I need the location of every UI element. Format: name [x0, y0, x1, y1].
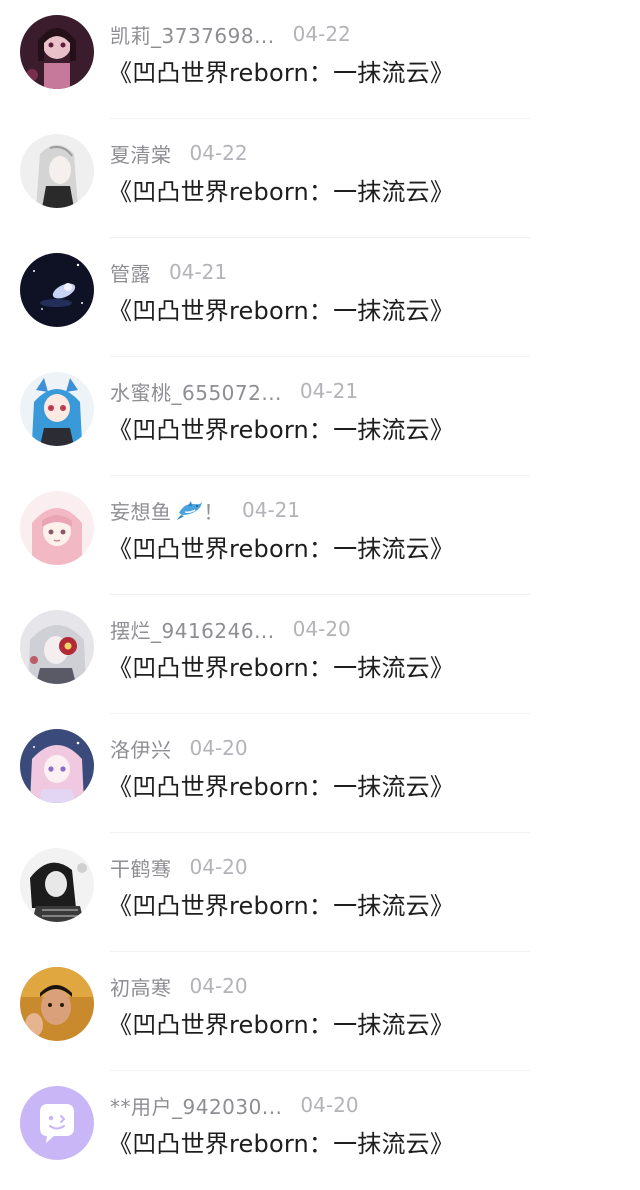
comment-text[interactable]: 《凹凸世界reborn：一抹流云》 — [108, 648, 454, 683]
comment-date: 04-20 — [189, 736, 248, 760]
user-name[interactable]: 管露 — [110, 258, 151, 287]
user-name[interactable]: 妄想鱼 — [110, 496, 172, 525]
avatar[interactable] — [20, 372, 94, 446]
comment-meta: 洛伊兴 04-20 — [110, 734, 248, 762]
comment-row[interactable]: **用户_942030... 04-20 《凹凸世界reborn：一抹流云》 — [0, 1071, 640, 1190]
comment-text[interactable]: 《凹凸世界reborn：一抹流云》 — [108, 291, 454, 326]
comment-date: 04-21 — [299, 379, 359, 403]
comment-row[interactable]: 水蜜桃_655072... 04-21 《凹凸世界reborn：一抹流云》 — [0, 357, 640, 476]
comment-meta: 水蜜桃_655072... 04-21 — [110, 377, 358, 405]
comment-meta: 夏清棠 04-22 — [110, 139, 248, 167]
avatar-flower-girl-icon — [20, 610, 94, 684]
comment-text[interactable]: 《凹凸世界reborn：一抹流云》 — [108, 1124, 454, 1159]
comment-meta: 凯莉_3737698... 04-22 — [110, 20, 351, 48]
comment-date: 04-20 — [292, 617, 351, 641]
comment-list: 凯莉_3737698... 04-22 《凹凸世界reborn：一抹流云》 夏清… — [0, 0, 640, 1178]
dolphin-icon — [176, 501, 202, 520]
avatar-anime-pink-icon — [20, 729, 94, 803]
comment-text[interactable]: 《凹凸世界reborn：一抹流云》 — [108, 886, 454, 921]
user-name[interactable]: 干鹤骞 — [110, 853, 172, 882]
comment-row[interactable]: 摆烂_9416246... 04-20 《凹凸世界reborn：一抹流云》 — [0, 595, 640, 714]
comment-meta: 干鹤骞 04-20 — [110, 853, 248, 881]
comment-date: 04-21 — [242, 498, 301, 522]
avatar-space-icon — [20, 253, 94, 327]
avatar[interactable] — [20, 253, 94, 327]
user-name[interactable]: **用户_942030... — [110, 1091, 282, 1120]
comment-text[interactable]: 《凹凸世界reborn：一抹流云》 — [108, 767, 454, 802]
comment-row[interactable]: 妄想鱼 ！ 04-21 《凹凸世界reborn：一抹流云》 — [0, 476, 640, 595]
avatar[interactable] — [20, 15, 94, 89]
comment-row[interactable]: 干鹤骞 04-20 《凹凸世界reborn：一抹流云》 — [0, 833, 640, 952]
avatar-dark-girl-icon — [20, 15, 94, 89]
avatar-white-hair-icon — [20, 134, 94, 208]
user-name[interactable]: 夏清棠 — [110, 139, 172, 168]
comment-row[interactable]: 管露 04-21 《凹凸世界reborn：一抹流云》 — [0, 238, 640, 357]
avatar-photo-boy-icon — [20, 967, 94, 1041]
comment-meta: 初高寒 04-20 — [110, 972, 248, 1000]
comment-text[interactable]: 《凹凸世界reborn：一抹流云》 — [108, 529, 454, 564]
avatar-pink-hair-icon — [20, 491, 94, 565]
comment-date: 04-20 — [189, 974, 248, 998]
comment-row[interactable]: 夏清棠 04-22 《凹凸世界reborn：一抹流云》 — [0, 119, 640, 238]
user-name-suffix: ！ — [203, 499, 224, 524]
comment-date: 04-22 — [292, 22, 351, 46]
avatar[interactable] — [20, 848, 94, 922]
comment-row[interactable]: 初高寒 04-20 《凹凸世界reborn：一抹流云》 — [0, 952, 640, 1071]
comment-text[interactable]: 《凹凸世界reborn：一抹流云》 — [108, 1005, 454, 1040]
user-name[interactable]: 水蜜桃_655072... — [110, 377, 282, 406]
user-name[interactable]: 凯莉_3737698... — [110, 20, 275, 49]
comment-meta: 妄想鱼 ！ 04-21 — [110, 496, 300, 524]
avatar[interactable] — [20, 967, 94, 1041]
comment-date: 04-22 — [189, 141, 248, 165]
comment-text[interactable]: 《凹凸世界reborn：一抹流云》 — [108, 53, 454, 88]
comment-text[interactable]: 《凹凸世界reborn：一抹流云》 — [108, 172, 454, 207]
user-name[interactable]: 洛伊兴 — [110, 734, 172, 763]
comment-date: 04-21 — [169, 260, 228, 284]
avatar[interactable] — [20, 610, 94, 684]
avatar-blue-hair-icon — [20, 372, 94, 446]
avatar[interactable] — [20, 1086, 94, 1160]
comment-date: 04-20 — [300, 1093, 359, 1117]
avatar-mono-girl-icon — [20, 848, 94, 922]
comment-meta: 摆烂_9416246... 04-20 — [110, 615, 351, 643]
user-name[interactable]: 摆烂_9416246... — [110, 615, 275, 644]
avatar[interactable] — [20, 134, 94, 208]
comment-meta: **用户_942030... 04-20 — [110, 1091, 359, 1119]
avatar-default-chat-icon — [20, 1086, 94, 1160]
comment-meta: 管露 04-21 — [110, 258, 227, 286]
avatar[interactable] — [20, 729, 94, 803]
comment-date: 04-20 — [189, 855, 248, 879]
comment-row[interactable]: 凯莉_3737698... 04-22 《凹凸世界reborn：一抹流云》 — [0, 0, 640, 119]
user-name[interactable]: 初高寒 — [110, 972, 172, 1001]
avatar[interactable] — [20, 491, 94, 565]
comment-row[interactable]: 洛伊兴 04-20 《凹凸世界reborn：一抹流云》 — [0, 714, 640, 833]
comment-text[interactable]: 《凹凸世界reborn：一抹流云》 — [108, 410, 454, 445]
